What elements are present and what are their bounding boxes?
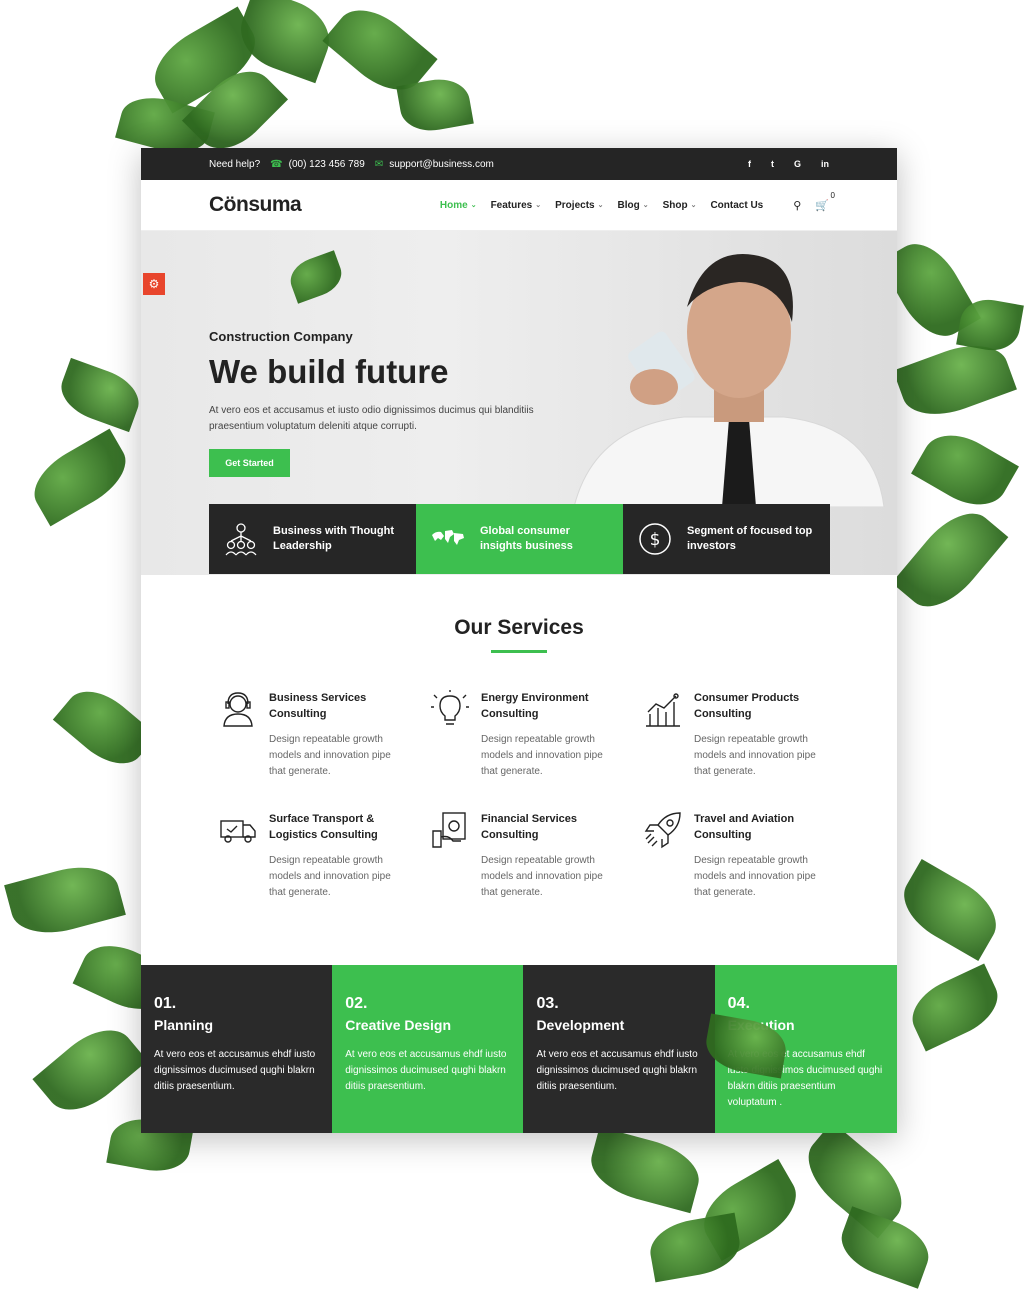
search-icon[interactable]: ⚲ [793, 199, 801, 212]
feature-text: Segment of focused top investors [687, 525, 813, 552]
email-contact[interactable]: ✉ support@business.com [375, 159, 494, 170]
twitter-icon[interactable]: t [771, 159, 774, 169]
email-address[interactable]: support@business.com [389, 159, 494, 170]
services-title: Our Services [454, 616, 584, 639]
step-number: 04. [727, 995, 750, 1012]
service-item[interactable]: Surface Transport & Logistics Consulting… [219, 811, 409, 901]
nav-item-shop[interactable]: Shop ⌄ [663, 200, 697, 211]
service-desc: Design repeatable growth models and inno… [481, 855, 603, 898]
phone-icon: ☎ [270, 158, 283, 170]
website-frame: Need help? ☎ (00) 123 456 789 ✉ support@… [141, 148, 897, 1133]
headset-person-icon [223, 692, 253, 727]
linkedin-icon[interactable]: in [821, 159, 829, 169]
chevron-down-icon: ⌄ [690, 202, 697, 209]
cart-count: 0 [830, 190, 835, 200]
envelope-icon: ✉ [374, 158, 384, 170]
world-map-icon [432, 530, 464, 545]
step-desc: At vero eos et accusamus ehdf iusto dign… [345, 1049, 507, 1092]
process-step[interactable]: 03. Development At vero eos et accusamus… [523, 965, 715, 1133]
service-desc: Design repeatable growth models and inno… [269, 855, 391, 898]
hero: ⚙ Construction Company We build future A… [141, 231, 897, 575]
phone-number[interactable]: (00) 123 456 789 [289, 159, 365, 170]
process-step[interactable]: 01. Planning At vero eos et accusamus eh… [141, 965, 333, 1133]
people-network-icon [225, 523, 257, 556]
feature-text: Business with Thought Leadership [273, 525, 394, 552]
nav-item-label: Projects [555, 199, 595, 211]
hero-subtitle: Construction Company [209, 329, 353, 344]
service-title: Travel and Aviation Consulting [694, 813, 795, 841]
nav-item-label: Home [439, 199, 468, 211]
hero-person-image [573, 254, 885, 507]
svg-text:$: $ [650, 530, 661, 550]
service-title: Surface Transport & Logistics Consulting [269, 813, 378, 841]
nav-item-projects[interactable]: Projects ⌄ [555, 200, 603, 211]
nav-item-label: Features [490, 199, 533, 211]
facebook-icon[interactable]: f [748, 159, 751, 169]
nav-item-blog[interactable]: Blog ⌄ [617, 200, 648, 211]
service-desc: Design repeatable growth models and inno… [694, 734, 816, 777]
feature-card[interactable]: Global consumer insights business [416, 504, 623, 574]
service-item[interactable]: Energy Environment Consulting Design rep… [431, 690, 621, 780]
feature-card[interactable]: $ Segment of focused top investors [623, 504, 830, 574]
hero-text: At vero eos et accusamus et iusto odio d… [209, 405, 534, 432]
step-number: 03. [536, 995, 559, 1012]
step-name: Creative Design [345, 1017, 452, 1033]
service-title: Consumer Products Consulting [694, 692, 800, 720]
lightbulb-icon [431, 690, 469, 725]
service-desc: Design repeatable growth models and inno… [694, 855, 816, 898]
service-title: Energy Environment Consulting [481, 692, 589, 720]
dollar-cycle-icon: $ [639, 523, 671, 555]
help-text: Need help? [209, 158, 261, 170]
service-title: Financial Services Consulting [481, 813, 577, 841]
step-name: Development [536, 1017, 625, 1033]
cart-icon[interactable]: 🛒 [815, 199, 829, 212]
truck-icon [220, 820, 256, 843]
hero-title: We build future [209, 353, 449, 390]
step-number: 02. [345, 995, 368, 1012]
nav-icons: ⚲ 🛒 0 [793, 191, 835, 212]
step-name: Planning [154, 1017, 214, 1033]
rocket-icon [644, 812, 681, 849]
service-desc: Design repeatable growth models and inno… [481, 734, 603, 777]
logo[interactable]: Cönsuma [209, 193, 302, 217]
step-number: 01. [154, 995, 177, 1012]
feature-card[interactable]: Business with Thought Leadership [209, 504, 416, 574]
chevron-down-icon: ⌄ [597, 202, 604, 209]
social-links: f t G in [748, 159, 829, 169]
service-item[interactable]: Business Services Consulting Design repe… [219, 690, 409, 780]
logo-text: Cönsuma [209, 193, 302, 216]
feature-text: Global consumer insights business [480, 525, 573, 552]
growth-chart-icon [646, 693, 680, 727]
feature-strip: Business with Thought Leadership Global … [209, 504, 830, 574]
google-icon[interactable]: G [794, 159, 801, 169]
money-hand-icon [432, 812, 466, 848]
nav-item-label: Blog [617, 199, 640, 211]
step-desc: At vero eos et accusamus ehdf iusto dign… [536, 1049, 698, 1092]
service-title: Business Services Consulting [269, 692, 367, 720]
service-item[interactable]: Travel and Aviation Consulting Design re… [644, 811, 834, 901]
nav-item-contact[interactable]: Contact Us [710, 200, 763, 211]
nav-item-features[interactable]: Features ⌄ [491, 200, 542, 211]
chevron-down-icon: ⌄ [470, 202, 477, 209]
nav-item-label: Contact Us [710, 199, 764, 211]
phone-contact[interactable]: ☎ (00) 123 456 789 [270, 159, 365, 170]
main-nav: Cönsuma Home ⌄ Features ⌄ Projects ⌄ Blog ⌄ … [141, 180, 897, 231]
step-desc: At vero eos et accusamus ehdf iusto dign… [154, 1049, 316, 1092]
help-label: Need help? [209, 159, 260, 170]
settings-gear-icon[interactable]: ⚙ [143, 273, 165, 295]
service-desc: Design repeatable growth models and inno… [269, 734, 391, 777]
title-underline [491, 650, 547, 653]
nav-menu: Home ⌄ Features ⌄ Projects ⌄ Blog ⌄ Shop ⌄ Co… [440, 200, 763, 211]
service-item[interactable]: Financial Services Consulting Design rep… [431, 811, 621, 901]
nav-item-home[interactable]: Home ⌄ [440, 200, 477, 211]
chevron-down-icon: ⌄ [642, 202, 649, 209]
chevron-down-icon: ⌄ [535, 202, 542, 209]
nav-item-label: Shop [662, 199, 688, 211]
process-step[interactable]: 02. Creative Design At vero eos et accus… [332, 965, 524, 1133]
get-started-button[interactable]: Get Started [209, 449, 290, 477]
service-item[interactable]: Consumer Products Consulting Design repe… [644, 690, 834, 780]
top-bar: Need help? ☎ (00) 123 456 789 ✉ support@… [141, 148, 897, 180]
